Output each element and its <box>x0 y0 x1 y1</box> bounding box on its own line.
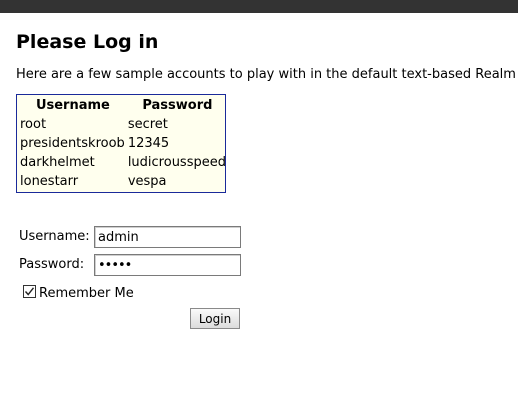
username-label: Username: <box>19 229 90 244</box>
remember-me-checkbox[interactable] <box>23 285 36 298</box>
username-cell: root <box>20 117 47 132</box>
table-header-row: Username Password <box>19 96 228 115</box>
sample-accounts-table: Username Password root secret presidents… <box>16 94 226 193</box>
intro-text: Here are a few sample accounts to play w… <box>16 67 518 82</box>
password-cell: 12345 <box>127 136 170 151</box>
table-row: root secret <box>19 115 228 134</box>
password-cell: ludicrousspeed <box>127 155 226 170</box>
table-row: darkhelmet ludicrousspeed <box>19 153 228 172</box>
check-icon <box>24 287 35 296</box>
column-header-password: Password <box>142 98 213 113</box>
top-bar <box>0 0 518 13</box>
username-cell: presidentskroob <box>20 136 125 151</box>
password-label: Password: <box>19 257 85 272</box>
password-input[interactable] <box>94 254 241 276</box>
table-row: presidentskroob 12345 <box>19 134 228 153</box>
password-cell: secret <box>127 117 168 132</box>
column-header-username: Username <box>35 98 110 113</box>
username-cell: lonestarr <box>20 174 79 189</box>
username-cell: darkhelmet <box>20 155 95 170</box>
login-button[interactable]: Login <box>190 308 240 329</box>
username-input[interactable] <box>94 226 241 248</box>
password-cell: vespa <box>127 174 167 189</box>
table-row: lonestarr vespa <box>19 172 228 191</box>
page-title: Please Log in <box>16 31 159 53</box>
remember-me-label: Remember Me <box>39 286 134 301</box>
